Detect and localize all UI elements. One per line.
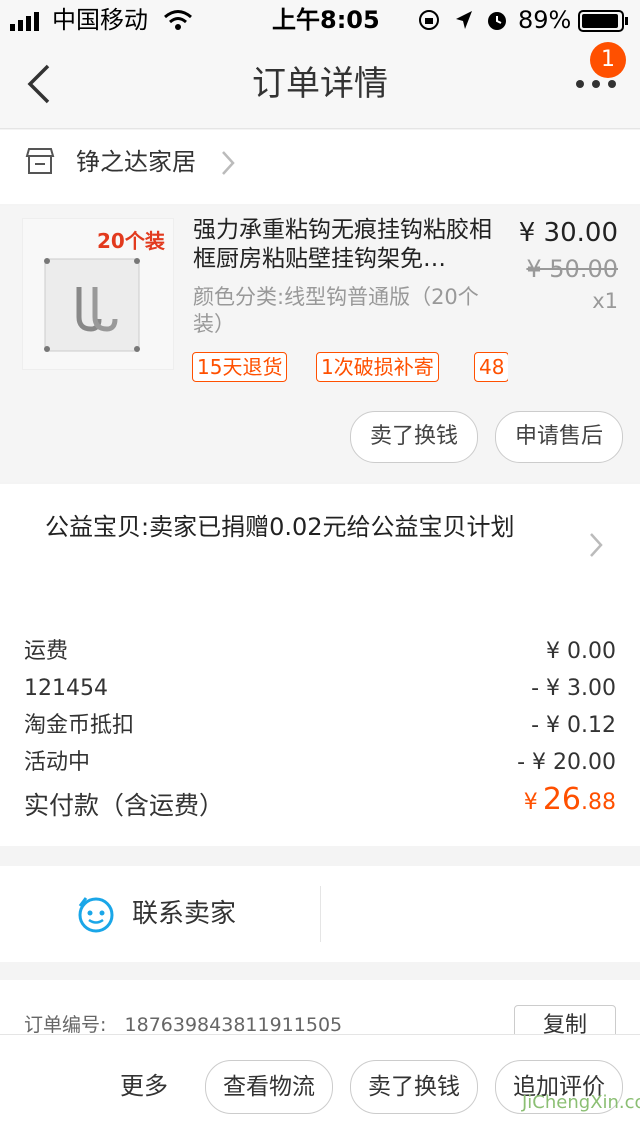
- fee-row: 121454 - ¥ 3.00: [24, 671, 616, 707]
- signal-icon: [10, 12, 39, 31]
- order-number-value: 187639843811911505: [124, 1014, 343, 1036]
- original-price: ¥ 50.00: [526, 255, 618, 283]
- wifi-icon: [164, 10, 192, 30]
- notification-badge: 1: [590, 42, 626, 78]
- total-integer: 26: [542, 782, 581, 817]
- contact-seller-button[interactable]: 联系卖家: [132, 866, 236, 962]
- product-sku: 颜色分类:线型钩普通版（20个装）: [193, 285, 479, 336]
- total-currency: ¥: [523, 790, 538, 815]
- charity-row[interactable]: [0, 484, 640, 604]
- location-icon: [456, 11, 472, 29]
- fee-value: - ¥ 3.00: [531, 676, 616, 701]
- total-amount: ¥ 26.88: [524, 782, 616, 817]
- shop-icon: [25, 148, 55, 174]
- carrier-name: 中国移动: [52, 6, 148, 34]
- fee-row: 运费 ¥ 0.00: [24, 634, 616, 670]
- hook-image-icon: [44, 258, 140, 352]
- sell-for-cash-button[interactable]: 卖了换钱: [350, 1060, 478, 1114]
- chevron-right-icon: [590, 533, 603, 557]
- fee-value: ¥ 0.00: [546, 639, 616, 664]
- image-label: 20个装: [97, 229, 165, 253]
- service-tag: 15天退货: [192, 352, 288, 382]
- status-bar: 中国移动 上午8:05 89%: [0, 0, 640, 40]
- more-button[interactable]: 更多: [120, 1060, 168, 1112]
- order-number: 订单编号: 187639843811911505: [24, 1010, 342, 1037]
- product-price: ¥ 30.00: [518, 218, 618, 248]
- fee-label: 运费: [24, 639, 69, 664]
- fee-label: 活动中: [24, 750, 91, 775]
- fee-row: 淘金币抵扣 - ¥ 0.12: [24, 708, 616, 744]
- service-tag: 1次破损补寄: [316, 352, 439, 382]
- after-sale-button[interactable]: 申请售后: [495, 411, 623, 463]
- product-quantity: x1: [592, 289, 618, 313]
- battery-percent: 89%: [518, 6, 572, 34]
- service-tag: 48: [474, 352, 508, 382]
- watermark: JiChengXin.com: [522, 1092, 640, 1113]
- alarm-icon: [488, 12, 506, 30]
- view-logistics-button[interactable]: 查看物流: [205, 1060, 333, 1114]
- total-decimal: .88: [581, 790, 616, 815]
- fee-value: - ¥ 20.00: [517, 750, 616, 775]
- fee-row: 活动中 - ¥ 20.00: [24, 745, 616, 781]
- chevron-right-icon: [222, 151, 235, 175]
- charity-text[interactable]: 公益宝贝:卖家已捐赠0.02元给公益宝贝计划: [45, 510, 555, 544]
- order-number-label: 订单编号:: [24, 1014, 107, 1036]
- more-options-icon[interactable]: [574, 78, 618, 90]
- divider: [320, 886, 321, 942]
- sell-for-cash-button[interactable]: 卖了换钱: [350, 411, 478, 463]
- clock-time: 上午8:05: [272, 6, 380, 34]
- chat-face-icon[interactable]: [76, 894, 116, 934]
- shop-name[interactable]: 铮之达家居: [76, 130, 196, 194]
- rotation-lock-icon: [419, 10, 439, 30]
- fee-value: - ¥ 0.12: [531, 713, 616, 738]
- fee-label: 121454: [24, 676, 108, 701]
- service-tags: 15天退货 1次破损补寄 48: [192, 350, 508, 386]
- fee-label: 淘金币抵扣: [24, 713, 135, 738]
- product-title[interactable]: 强力承重粘钩无痕挂钩粘胶相框厨房粘贴壁挂钩架免…: [193, 216, 493, 274]
- total-label: 实付款（含运费）: [24, 791, 225, 820]
- battery-icon: [578, 10, 628, 32]
- page-title: 订单详情: [252, 64, 388, 104]
- product-image[interactable]: 20个装: [22, 218, 174, 370]
